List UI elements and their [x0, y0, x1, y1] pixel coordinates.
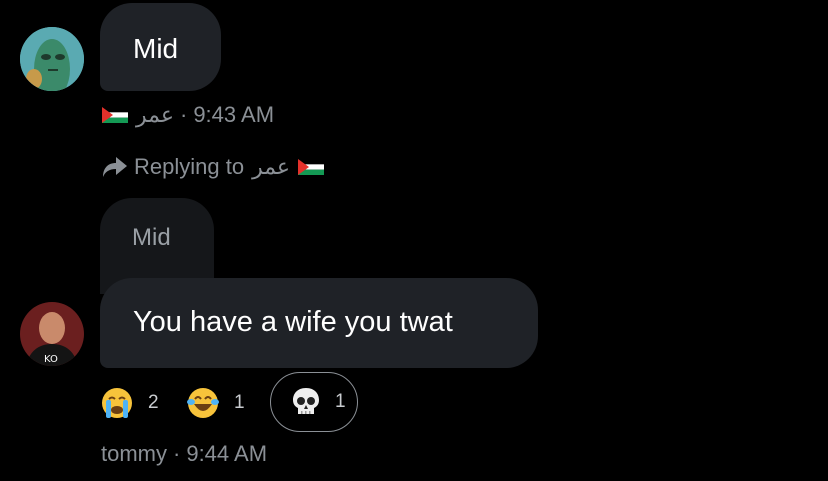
reaction-count: 1 — [234, 392, 245, 413]
message-bubble[interactable]: Mid — [100, 3, 221, 91]
message-text: You have a wife you twat — [133, 306, 453, 338]
message-text: Mid — [133, 33, 179, 64]
meta-separator: · — [173, 441, 181, 466]
face-with-tears-of-joy-icon — [187, 388, 219, 418]
message-bubble[interactable]: You have a wife you twat — [100, 278, 538, 368]
palestine-flag-icon — [102, 107, 128, 123]
replying-to-name: عمر — [252, 154, 291, 179]
svg-text:KO: KO — [44, 354, 58, 365]
reaction-count: 1 — [335, 391, 346, 412]
avatar-image — [20, 27, 84, 91]
sender-name[interactable]: عمر — [136, 102, 174, 128]
timestamp: 9:44 AM — [186, 441, 268, 466]
loudly-crying-face-icon — [102, 388, 132, 418]
skull-icon — [293, 388, 319, 414]
reaction-count: 2 — [148, 392, 159, 413]
reaction-crying[interactable]: 2 — [100, 386, 159, 420]
reaction-laughing[interactable]: 1 — [186, 386, 245, 420]
reaction-skull[interactable]: 1 — [270, 372, 358, 432]
quoted-message-text: Mid — [132, 224, 171, 251]
avatar-image: KO — [20, 302, 84, 366]
avatar[interactable] — [20, 27, 84, 91]
timestamp: 9:43 AM — [193, 102, 275, 127]
avatar[interactable]: KO — [20, 302, 84, 366]
sender-name[interactable]: tommy — [101, 441, 167, 467]
message-meta: عمر · 9:43 AM — [102, 102, 274, 128]
reply-indicator[interactable]: Replying to عمر — [102, 154, 325, 180]
reply-arrow-icon — [103, 157, 127, 177]
replying-to-label: Replying to — [134, 154, 245, 179]
message-meta: tommy · 9:44 AM — [101, 441, 267, 467]
meta-separator: · — [179, 102, 188, 127]
palestine-flag-icon — [298, 159, 325, 175]
